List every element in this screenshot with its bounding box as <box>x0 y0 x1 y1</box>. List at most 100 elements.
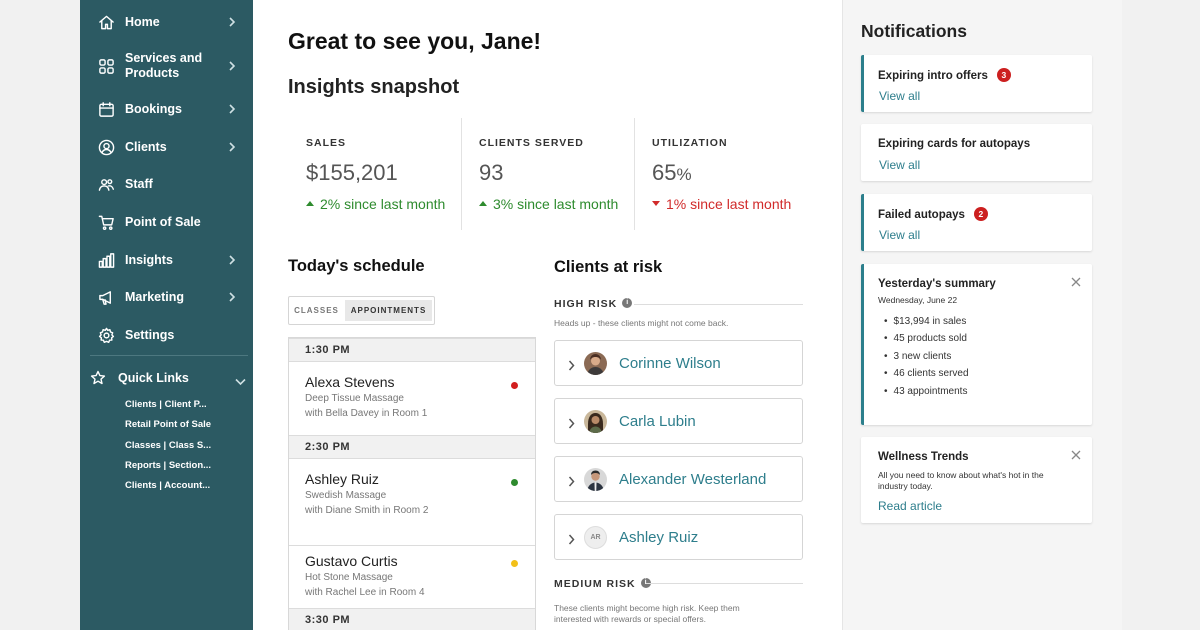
sidebar-item-label: Services and Products <box>125 51 203 80</box>
summary-item: $13,994 in sales <box>884 316 969 333</box>
avatar <box>584 410 607 433</box>
chevron-right-icon <box>228 17 238 27</box>
view-all-link[interactable]: View all <box>879 89 920 103</box>
view-all-link[interactable]: View all <box>879 158 920 172</box>
stat-change: 2% since last month <box>306 196 445 212</box>
sidebar-item-label: Bookings <box>125 102 182 116</box>
stat-sales[interactable]: SALES $155,201 2% since last month <box>288 118 461 230</box>
wellness-trends-card: Wellness Trends All you need to know abo… <box>861 437 1092 523</box>
at-risk-client-card[interactable]: AR Ashley Ruiz <box>554 514 803 560</box>
at-risk-client-card[interactable]: Carla Lubin <box>554 398 803 444</box>
appointment-client-name: Alexa Stevens <box>305 374 395 390</box>
section-rule <box>634 304 803 305</box>
sidebar-item-insights[interactable]: Insights <box>80 250 253 270</box>
client-name-link[interactable]: Corinne Wilson <box>619 355 721 372</box>
notification-card-expiring-intro-offers[interactable]: Expiring intro offers 3 View all <box>861 55 1092 112</box>
sidebar-item-label: Staff <box>125 177 153 191</box>
chevron-right-icon <box>568 532 575 550</box>
tab-appointments[interactable]: APPOINTMENTS <box>345 300 432 321</box>
avatar-initials: AR <box>584 526 607 549</box>
quick-link[interactable]: Clients | Client P... <box>125 399 207 410</box>
appointment-item[interactable]: Gustavo Curtis Hot Stone Massage with Ra… <box>289 545 535 605</box>
summary-item: 3 new clients <box>884 351 969 368</box>
time-slot-header: 3:30 PM <box>289 608 535 630</box>
triangle-up-icon <box>479 200 487 206</box>
notification-card-failed-autopays[interactable]: Failed autopays 2 View all <box>861 194 1092 251</box>
sidebar: Home Services and Products Bookings Clie… <box>80 0 253 630</box>
notification-title: Expiring cards for autopays <box>878 138 1031 150</box>
notifications-title: Notifications <box>861 21 967 41</box>
page-greeting: Great to see you, Jane! <box>288 28 542 54</box>
at-risk-client-card[interactable]: Corinne Wilson <box>554 340 803 386</box>
tab-classes[interactable]: CLASSES <box>292 300 341 321</box>
stat-value: $155,201 <box>306 160 398 185</box>
quick-link[interactable]: Clients | Account... <box>125 480 210 491</box>
triangle-down-icon <box>652 200 660 206</box>
info-icon[interactable]: i <box>622 298 633 309</box>
app-window: Home Services and Products Bookings Clie… <box>80 0 1122 630</box>
read-article-link[interactable]: Read article <box>878 499 942 513</box>
gear-icon <box>97 326 115 344</box>
insights-snapshot-title: Insights snapshot <box>288 76 460 98</box>
count-badge: 2 <box>973 207 988 221</box>
client-name-link[interactable]: Alexander Westerland <box>619 471 766 488</box>
stat-label: CLIENTS SERVED <box>479 137 584 149</box>
chevron-right-icon <box>228 255 238 265</box>
cart-icon <box>97 213 115 231</box>
summary-item: 43 appointments <box>884 386 969 403</box>
avatar <box>584 352 607 375</box>
appointment-staff-room: with Bella Davey in Room 1 <box>305 408 428 419</box>
sidebar-item-settings[interactable]: Settings <box>80 325 253 345</box>
sidebar-item-clients[interactable]: Clients <box>80 137 253 157</box>
summary-list: $13,994 in sales 45 products sold 3 new … <box>884 316 969 403</box>
appointment-client-name: Gustavo Curtis <box>305 553 398 569</box>
schedule-title: Today's schedule <box>288 257 425 275</box>
stat-clients-served[interactable]: CLIENTS SERVED 93 3% since last month <box>461 118 634 230</box>
star-icon <box>90 370 106 391</box>
stat-label: UTILIZATION <box>652 137 728 149</box>
client-name-link[interactable]: Ashley Ruiz <box>619 529 698 546</box>
high-risk-label: HIGH RISK i <box>554 298 633 310</box>
client-name-link[interactable]: Carla Lubin <box>619 413 696 430</box>
sidebar-divider <box>90 355 248 356</box>
appointment-item[interactable]: Alexa Stevens Deep Tissue Massage with B… <box>289 374 535 434</box>
sidebar-item-staff[interactable]: Staff <box>80 174 253 194</box>
sidebar-item-label: Insights <box>125 253 173 267</box>
close-icon[interactable] <box>1071 274 1081 287</box>
close-icon[interactable] <box>1071 447 1081 460</box>
quick-link[interactable]: Classes | Class S... <box>125 440 211 451</box>
appointment-service: Deep Tissue Massage <box>305 393 404 404</box>
quick-link[interactable]: Reports | Section... <box>125 460 211 471</box>
notification-card-expiring-cards[interactable]: Expiring cards for autopays View all <box>861 124 1092 181</box>
sidebar-item-home[interactable]: Home <box>80 12 253 32</box>
stat-value: 93 <box>479 160 504 185</box>
wellness-title: Wellness Trends <box>878 451 969 463</box>
quick-links-label: Quick Links <box>118 371 189 385</box>
quick-links-toggle[interactable]: Quick Links <box>80 368 253 388</box>
view-all-link[interactable]: View all <box>879 228 920 242</box>
schedule-list: 1:30 PM Alexa Stevens Deep Tissue Massag… <box>288 337 536 630</box>
sidebar-item-services-and-products[interactable]: Services and Products <box>80 51 253 81</box>
sidebar-item-marketing[interactable]: Marketing <box>80 287 253 307</box>
sidebar-item-point-of-sale[interactable]: Point of Sale <box>80 212 253 232</box>
status-dot <box>511 382 518 389</box>
grid-icon <box>97 57 115 75</box>
stat-value: 65% <box>652 160 692 185</box>
sidebar-item-bookings[interactable]: Bookings <box>80 99 253 119</box>
stat-utilization[interactable]: UTILIZATION 65% 1% since last month <box>634 118 807 230</box>
yesterday-summary-card: Yesterday's summary Wednesday, June 22 $… <box>861 264 1092 425</box>
appointment-item[interactable]: Ashley Ruiz Swedish Massage with Diane S… <box>289 471 535 531</box>
notification-title: Expiring intro offers 3 <box>878 68 1011 83</box>
appointment-service: Hot Stone Massage <box>305 572 393 583</box>
summary-title: Yesterday's summary <box>878 278 996 290</box>
chevron-right-icon <box>228 61 238 71</box>
quick-link[interactable]: Retail Point of Sale <box>125 419 211 430</box>
summary-date: Wednesday, June 22 <box>878 295 958 305</box>
at-risk-client-card[interactable]: Alexander Westerland <box>554 456 803 502</box>
appointment-staff-room: with Diane Smith in Room 2 <box>305 505 429 516</box>
sidebar-item-label: Home <box>125 15 160 29</box>
section-rule <box>646 583 803 584</box>
notifications-panel: Notifications Expiring intro offers 3 Vie… <box>842 0 1122 630</box>
triangle-up-icon <box>306 200 314 206</box>
sidebar-item-label: Settings <box>125 328 175 342</box>
